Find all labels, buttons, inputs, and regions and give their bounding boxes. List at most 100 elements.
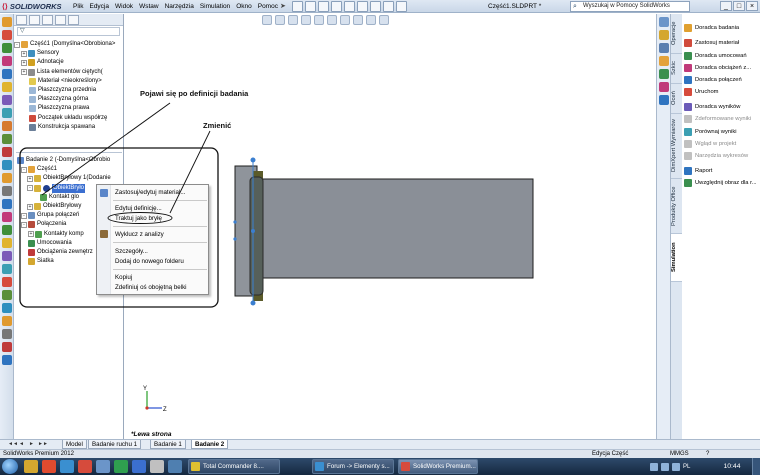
cut-icon[interactable] [2,147,12,157]
tree-item-annotations[interactable]: + Adnotacje [14,58,124,67]
pin-icon[interactable]: ➤ [280,2,288,11]
tree-filter-input[interactable]: ▽ [17,27,120,36]
plot-icon[interactable] [2,108,12,118]
tab-model[interactable]: Model [62,440,87,449]
plot-tools-button[interactable]: Narzędzia wykresów [684,151,760,161]
word-pin-icon[interactable] [132,460,146,473]
close-button[interactable]: × [746,1,758,11]
expand-icon[interactable]: + [27,203,33,210]
handle-left-2[interactable] [233,237,237,241]
apply-material-button[interactable]: Zastosuj materiał [684,38,760,48]
dimxpert-icon[interactable] [2,264,12,274]
mold-icon[interactable] [2,238,12,248]
collapse-icon[interactable]: - [21,212,27,219]
collapse-icon[interactable]: - [14,41,20,48]
office-icon[interactable] [2,277,12,287]
deformed-result-button[interactable]: Zdeformowane wyniki [684,114,760,124]
load-icon[interactable] [2,56,12,66]
weld-bead[interactable] [249,176,264,296]
sketch-icon[interactable] [2,121,12,131]
fillet-icon[interactable] [2,160,12,170]
fixture-icon[interactable] [2,43,12,53]
tree-item-study[interactable]: Badanie 2 (-Domyślna<Obrobio [14,156,124,165]
mesh-icon[interactable] [2,82,12,92]
menu-simulation[interactable]: Simulation [197,0,233,13]
menu-item-exclude-from-analysis[interactable]: Wyklucz z analizy [115,231,164,238]
options-icon[interactable] [396,1,407,12]
tab-motion-study-1[interactable]: Badanie ruchu 1 [88,440,142,449]
taskbar-forum[interactable]: Forum -> Elementy s... [312,459,394,474]
sim-tasks-icon[interactable] [659,95,669,105]
feature-manager-tab-icon[interactable] [16,15,27,25]
home-icon[interactable] [659,17,669,27]
dimxpert-manager-tab-icon[interactable] [55,15,66,25]
rebuild-icon[interactable] [383,1,394,12]
reference-icon[interactable] [2,186,12,196]
file-explorer-icon[interactable] [659,43,669,53]
study-advisor-button[interactable]: Doradca badania [684,23,760,33]
start-button[interactable] [2,459,18,474]
menu-insert[interactable]: Wstaw [136,0,162,13]
ie-pin-icon[interactable] [60,460,74,473]
clock[interactable]: 10:44 [718,458,746,475]
weldment-icon[interactable] [2,199,12,209]
design-library-icon[interactable] [659,30,669,40]
taskbar-solidworks[interactable]: SolidWorks Premium... [398,459,478,474]
print-icon[interactable] [331,1,342,12]
custom-properties-icon[interactable] [659,82,669,92]
open-icon[interactable] [305,1,316,12]
surface-icon[interactable] [2,225,12,235]
collapse-icon[interactable]: - [27,185,33,192]
tree-item-right-plane[interactable]: Płaszczyzna prawa [14,104,124,113]
collapse-icon[interactable]: - [21,166,27,173]
menu-window[interactable]: Okno [233,0,255,13]
run-icon[interactable] [2,30,12,40]
tree-item-cut-list[interactable]: + Lista elementów ciętych( [14,68,124,77]
menu-edit[interactable]: Edycja [86,0,112,13]
handle-middle[interactable] [251,229,255,233]
photoview-icon[interactable] [2,316,12,326]
study-icon[interactable] [2,17,12,27]
handle-left[interactable] [233,220,237,224]
tree-item-material[interactable]: Materiał <nieokreślony> [14,77,124,86]
tab-study-2[interactable]: Badanie 2 [191,440,229,449]
network-icon[interactable] [650,462,658,471]
motion-icon[interactable] [2,355,12,365]
results-advisor-button[interactable]: Doradca wyników [684,102,760,112]
menu-item-details[interactable]: Szczegóły... [115,248,148,255]
solidworks-logo[interactable]: ⟨⟩ SOLIDWORKS [2,1,64,12]
expand-icon[interactable]: + [21,69,27,76]
last-tab-icon[interactable]: ►► [38,441,48,448]
solidworks-pin-icon[interactable] [78,460,92,473]
show-desktop-button[interactable] [752,458,760,475]
next-tab-icon[interactable]: ► [28,441,35,448]
display-manager-tab-icon[interactable] [68,15,79,25]
menu-item-apply-material[interactable]: Zastosuj/edytuj materiał... [115,189,186,196]
save-icon[interactable] [318,1,329,12]
view-palette-icon[interactable] [659,56,669,66]
menu-item-add-to-new-folder[interactable]: Dodaj do nowego folderu [115,258,184,265]
expand-icon[interactable]: + [27,175,33,182]
configuration-manager-tab-icon[interactable] [42,15,53,25]
app-pin-icon[interactable] [96,460,110,473]
menu-tools[interactable]: Narzędzia [162,0,197,13]
app-pin-icon-3[interactable] [168,460,182,473]
fixtures-advisor-button[interactable]: Doradca umocowań [684,51,760,61]
minimize-button[interactable]: _ [720,1,732,11]
sustainability-icon[interactable] [2,303,12,313]
excel-pin-icon[interactable] [114,460,128,473]
tree-item-top-plane[interactable]: Płaszczyzna górna [14,95,124,104]
evaluate-icon[interactable] [2,251,12,261]
feature-icon[interactable] [2,134,12,144]
report-button[interactable]: Raport [684,166,760,176]
tree-item-weldment[interactable]: Konstrukcja spawana [14,123,124,132]
explorer-pin-icon[interactable] [24,460,38,473]
tree-item-sensors[interactable]: + Sensory [14,49,124,58]
property-manager-tab-icon[interactable] [29,15,40,25]
tree-item-origin[interactable]: Początek układu współrzę [14,114,124,123]
include-image-button[interactable]: Uwzględnij obraz dla r... [684,178,760,188]
toolbox-icon[interactable] [2,329,12,339]
redo-icon[interactable] [357,1,368,12]
external-loads-advisor-button[interactable]: Doradca obciążeń z... [684,63,760,73]
sheet-metal-icon[interactable] [2,212,12,222]
